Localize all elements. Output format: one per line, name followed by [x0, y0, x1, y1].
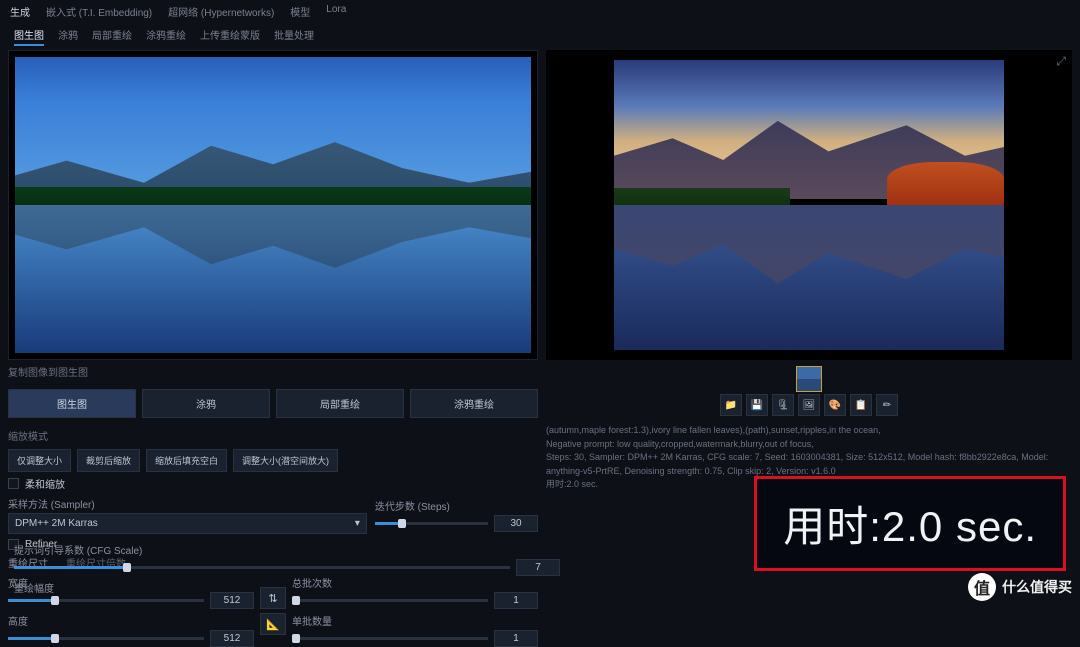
top-tabs: 生成 嵌入式 (T.I. Embedding) 超网络 (Hypernetwor…: [0, 0, 1080, 23]
soft-resize-label: 柔和缩放: [25, 476, 65, 491]
meta-prompt: (autumn,maple forest:1.3),ivory line fal…: [546, 424, 1072, 438]
watermark-icon: 值: [968, 573, 996, 601]
save-button[interactable]: 💾: [746, 394, 768, 416]
width-slider[interactable]: [8, 599, 204, 602]
soft-resize-check[interactable]: 柔和缩放: [8, 474, 538, 493]
sampler-label: 采样方法 (Sampler): [8, 496, 367, 511]
resize-latent-button[interactable]: 调整大小(潜空间放大): [233, 449, 338, 472]
edit-button[interactable]: ✏: [876, 394, 898, 416]
meta-params: Steps: 30, Sampler: DPM++ 2M Karras, CFG…: [546, 451, 1072, 478]
chevron-down-icon: ▾: [355, 518, 360, 529]
output-actions: 📁 💾 🗜 🖼 🎨 📋 ✏: [546, 392, 1072, 418]
watermark-text: 什么值得买: [1002, 577, 1072, 597]
mode-inpaint-button[interactable]: 局部重绘: [276, 389, 404, 418]
sub-tabs: 图生图 涂鸦 局部重绘 涂鸦重绘 上传重绘蒙版 批量处理: [0, 23, 1080, 50]
tab-lora[interactable]: Lora: [326, 4, 346, 19]
steps-slider[interactable]: [375, 522, 488, 525]
resize-just-button[interactable]: 仅调整大小: [8, 449, 71, 472]
subtab-sketch[interactable]: 涂鸦: [58, 27, 78, 46]
input-image-canvas[interactable]: [8, 50, 538, 360]
resize-crop-button[interactable]: 裁剪后缩放: [77, 449, 140, 472]
mode-sketch-inpaint-button[interactable]: 涂鸦重绘: [410, 389, 538, 418]
subtab-img2img[interactable]: 图生图: [14, 27, 44, 46]
cfg-value[interactable]: 7: [516, 559, 560, 576]
resize-mode-label: 缩放模式: [8, 424, 538, 447]
input-image: [15, 57, 531, 353]
mode-img2img-button[interactable]: 图生图: [8, 389, 136, 418]
sampler-select[interactable]: DPM++ 2M Karras ▾: [8, 513, 367, 534]
tab-hypernetworks[interactable]: 超网络 (Hypernetworks): [168, 4, 274, 19]
subtab-batch[interactable]: 批量处理: [274, 27, 314, 46]
output-thumbnail[interactable]: [796, 366, 822, 392]
resize-fill-button[interactable]: 缩放后填充空白: [146, 449, 227, 472]
batch-count-slider[interactable]: [292, 599, 488, 602]
mode-sketch-button[interactable]: 涂鸦: [142, 389, 270, 418]
height-label: 高度: [8, 613, 254, 628]
batch-size-value[interactable]: 1: [494, 630, 538, 647]
caption-label: 复制图像到图生图: [8, 360, 538, 383]
subtab-sketch-inpaint[interactable]: 涂鸦重绘: [146, 27, 186, 46]
expand-icon[interactable]: ⤢: [1056, 54, 1066, 69]
cfg-label: 提示词引导系数 (CFG Scale): [14, 542, 560, 557]
denoise-label: 重绘幅度: [14, 580, 560, 595]
height-value[interactable]: 512: [210, 630, 254, 647]
mode-buttons: 图生图 涂鸦 局部重绘 涂鸦重绘: [8, 383, 538, 424]
cfg-slider[interactable]: [14, 566, 510, 569]
meta-negative: Negative prompt: low quality,cropped,wat…: [546, 438, 1072, 452]
batch-size-label: 单批数量: [292, 613, 538, 628]
height-slider[interactable]: [8, 637, 204, 640]
zip-button[interactable]: 🗜: [772, 394, 794, 416]
steps-value[interactable]: 30: [494, 515, 538, 532]
match-dim-button[interactable]: 📐: [260, 613, 286, 635]
steps-label: 迭代步数 (Steps): [375, 498, 538, 513]
send-img2img-button[interactable]: 🖼: [798, 394, 820, 416]
batch-size-slider[interactable]: [292, 637, 488, 640]
resize-mode-row: 仅调整大小 裁剪后缩放 缩放后填充空白 调整大小(潜空间放大): [8, 447, 538, 474]
watermark: 值 什么值得买: [968, 573, 1072, 601]
subtab-inpaint[interactable]: 局部重绘: [92, 27, 132, 46]
output-image-panel: ⤢: [546, 50, 1072, 360]
tab-model[interactable]: 模型: [290, 4, 310, 19]
tab-embedding[interactable]: 嵌入式 (T.I. Embedding): [46, 4, 152, 19]
output-image[interactable]: [614, 60, 1004, 350]
send-extras-button[interactable]: 📋: [850, 394, 872, 416]
elapsed-time-callout: 用时:2.0 sec.: [754, 476, 1066, 571]
checkbox-icon: [8, 478, 19, 489]
open-folder-button[interactable]: 📁: [720, 394, 742, 416]
tab-generate[interactable]: 生成: [10, 4, 30, 19]
subtab-upload-mask[interactable]: 上传重绘蒙版: [200, 27, 260, 46]
send-inpaint-button[interactable]: 🎨: [824, 394, 846, 416]
